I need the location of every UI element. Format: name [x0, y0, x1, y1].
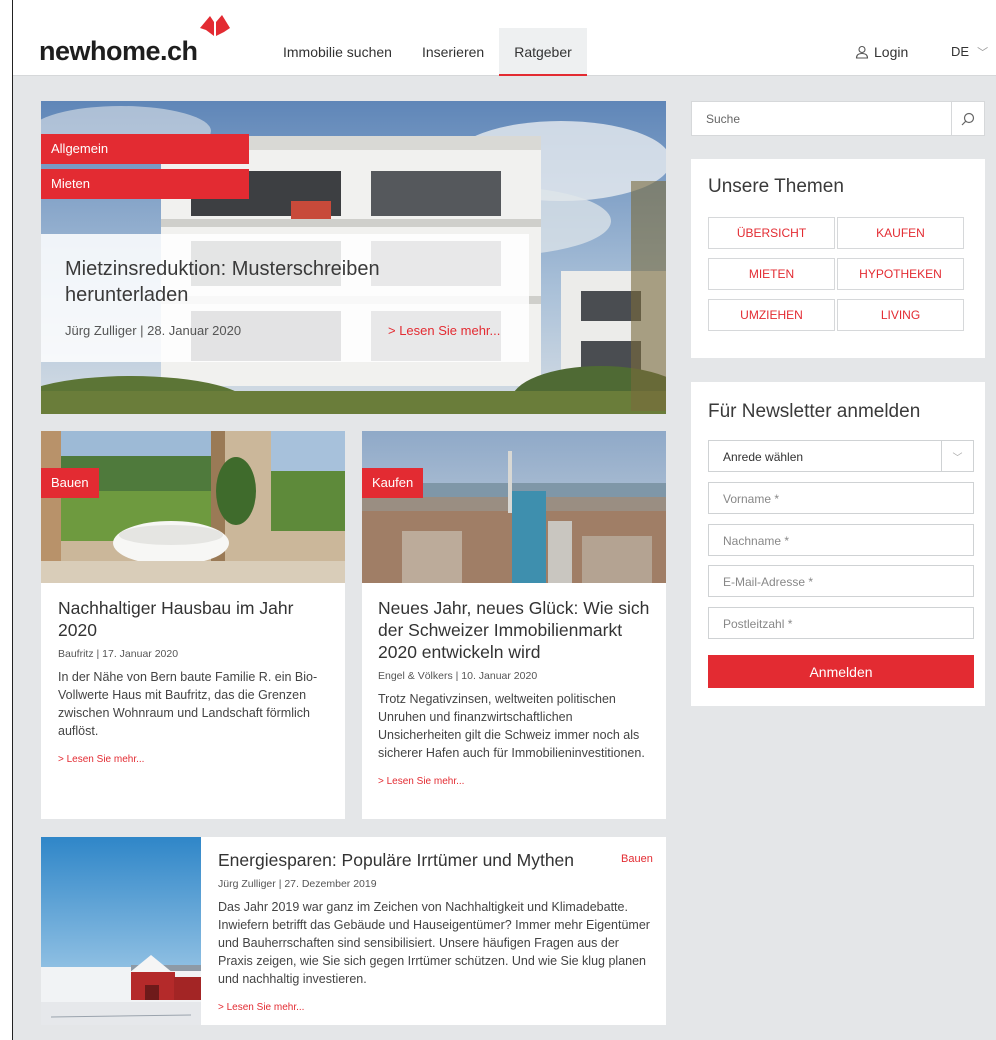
language-label: DE: [951, 44, 970, 59]
login-link[interactable]: Login: [855, 44, 908, 60]
newsletter-title: Für Newsletter anmelden: [708, 401, 921, 422]
card-title[interactable]: Energiesparen: Populäre Irrtümer und Myt…: [218, 849, 650, 871]
card-image-red-barn: [41, 837, 201, 1025]
card-meta: Engel & Völkers | 10. Januar 2020: [378, 670, 538, 682]
article-card[interactable]: Kaufen Neues Jahr, neues Glück: Wie sich…: [362, 431, 666, 819]
card-read-more-link[interactable]: > Lesen Sie mehr...: [378, 776, 656, 787]
article-card[interactable]: Energiesparen: Populäre Irrtümer und Myt…: [41, 837, 666, 1025]
first-name-placeholder: Vorname *: [723, 492, 780, 506]
hero-read-more-link[interactable]: > Lesen Sie mehr...: [388, 323, 500, 338]
card-text: Das Jahr 2019 war ganz im Zeichen von Na…: [218, 900, 650, 986]
card-read-more-link[interactable]: > Lesen Sie mehr...: [218, 1002, 650, 1013]
nav-item-ratgeber[interactable]: Ratgeber: [499, 28, 587, 76]
hero-badge-mieten[interactable]: Mieten: [41, 169, 249, 199]
user-icon: [855, 45, 869, 59]
topic-umziehen[interactable]: UMZIEHEN: [708, 299, 835, 331]
card-title[interactable]: Neues Jahr, neues Glück: Wie sich der Sc…: [378, 597, 656, 663]
topic-living[interactable]: LIVING: [837, 299, 964, 331]
page-frame: newhome.ch Immobilie suchen Inserieren R…: [12, 0, 996, 1040]
card-badge[interactable]: Bauen: [41, 468, 99, 498]
hero-article[interactable]: Allgemein Mieten Mietzinsreduktion: Must…: [41, 101, 666, 414]
postal-code-field[interactable]: Postleitzahl *: [708, 607, 974, 639]
salutation-select[interactable]: Anrede wählen ﹀: [708, 440, 974, 472]
hero-badge-allgemein[interactable]: Allgemein: [41, 134, 249, 164]
card-title[interactable]: Nachhaltiger Hausbau im Jahr 2020: [58, 597, 332, 641]
card-read-more-link[interactable]: > Lesen Sie mehr...: [58, 754, 332, 765]
card-text: In der Nähe von Bern baute Familie R. ei…: [58, 670, 318, 738]
search-box[interactable]: Suche: [691, 101, 985, 136]
article-card[interactable]: Bauen Nachhaltiger Hausbau im Jahr 2020 …: [41, 431, 345, 819]
last-name-field[interactable]: Nachname *: [708, 524, 974, 556]
newsletter-panel: Für Newsletter anmelden Anrede wählen ﹀ …: [691, 382, 985, 706]
nav-item-immobilie-suchen[interactable]: Immobilie suchen: [268, 28, 407, 76]
logo-roof-icon: [200, 15, 230, 36]
first-name-field[interactable]: Vorname *: [708, 482, 974, 514]
card-meta: Baufritz | 17. Januar 2020: [58, 648, 179, 660]
search-input[interactable]: Suche: [706, 112, 740, 126]
themes-title: Unsere Themen: [708, 176, 844, 197]
salutation-value: Anrede wählen: [723, 450, 804, 464]
chevron-down-icon: ﹀: [941, 441, 973, 471]
card-body: Neues Jahr, neues Glück: Wie sich der Sc…: [378, 597, 656, 787]
chevron-down-icon: ﹀: [977, 47, 989, 59]
search-icon: [961, 112, 975, 125]
card-body: Energiesparen: Populäre Irrtümer und Myt…: [218, 849, 650, 1013]
hero-meta: Jürg Zulliger | 28. Januar 2020: [65, 323, 242, 338]
email-placeholder: E-Mail-Adresse *: [723, 575, 814, 589]
search-button[interactable]: [951, 102, 984, 135]
topic-mieten[interactable]: MIETEN: [708, 258, 835, 290]
card-meta: Jürg Zulliger | 27. Dezember 2019: [218, 878, 377, 890]
card-text: Trotz Negativzinsen, weltweiten politisc…: [378, 692, 645, 760]
card-image-bathroom: [41, 431, 345, 583]
card-image-cityscape: [362, 431, 666, 583]
login-label: Login: [874, 44, 909, 60]
main-nav: Immobilie suchen Inserieren Ratgeber: [268, 28, 587, 76]
card-category-tag[interactable]: Bauen: [621, 853, 653, 865]
card-badge[interactable]: Kaufen: [362, 468, 424, 498]
topic-kaufen[interactable]: KAUFEN: [837, 217, 964, 249]
hero-teaser-box: Mietzinsreduktion: Musterschreiben herun…: [41, 234, 529, 362]
topic-hypotheken[interactable]: HYPOTHEKEN: [837, 258, 964, 290]
last-name-placeholder: Nachname *: [723, 534, 790, 548]
site-logo[interactable]: newhome.ch: [39, 36, 198, 67]
site-header: newhome.ch Immobilie suchen Inserieren R…: [13, 0, 996, 76]
hero-title[interactable]: Mietzinsreduktion: Musterschreiben herun…: [65, 256, 505, 308]
card-body: Nachhaltiger Hausbau im Jahr 2020 Baufri…: [58, 597, 332, 765]
themes-panel: Unsere Themen ÜBERSICHT KAUFEN MIETEN HY…: [691, 159, 985, 358]
language-switcher[interactable]: DE ﹀: [951, 44, 988, 60]
nav-item-inserieren[interactable]: Inserieren: [407, 28, 499, 76]
email-field[interactable]: E-Mail-Adresse *: [708, 565, 974, 597]
newsletter-submit-button[interactable]: Anmelden: [708, 655, 974, 688]
topic-uebersicht[interactable]: ÜBERSICHT: [708, 217, 835, 249]
postal-code-placeholder: Postleitzahl *: [723, 617, 793, 631]
